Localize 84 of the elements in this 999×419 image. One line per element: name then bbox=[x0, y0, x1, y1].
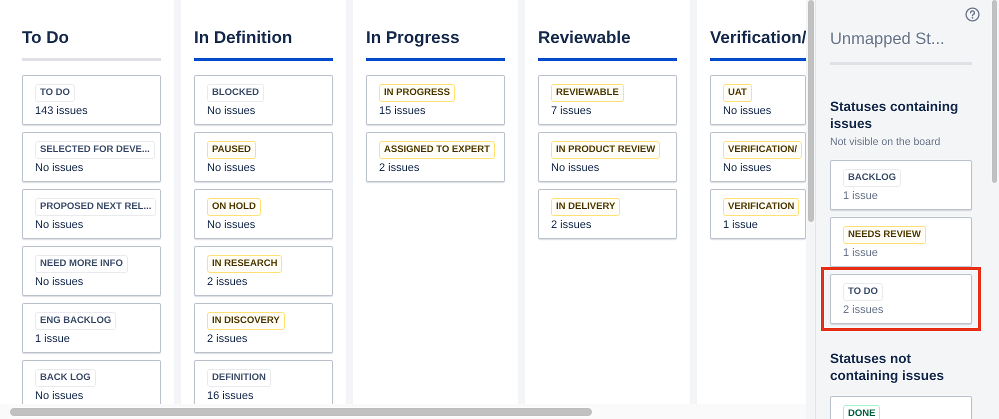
issue-count: 16 issues bbox=[207, 390, 254, 402]
status-card[interactable]: IN DELIVERY 2 issues bbox=[538, 189, 677, 239]
status-card[interactable]: PROPOSED NEXT REL... No issues bbox=[22, 189, 161, 239]
status-lozenge: NEED MORE INFO bbox=[35, 255, 128, 273]
scrollbar-thumb[interactable] bbox=[808, 0, 814, 222]
status-card[interactable]: VERIFICATION 1 issue bbox=[710, 189, 806, 239]
status-lozenge: UAT bbox=[723, 84, 752, 102]
panel-title: Unmapped St... bbox=[830, 30, 945, 49]
section-heading: Statuses not containing issues bbox=[830, 350, 946, 384]
status-lozenge: PROPOSED NEXT REL... bbox=[35, 198, 156, 216]
status-card[interactable]: SELECTED FOR DEVE... No issues bbox=[22, 132, 161, 182]
status-lozenge: IN RESEARCH bbox=[207, 255, 282, 273]
issue-count: 1 issue bbox=[843, 190, 878, 202]
issue-count: 2 issues bbox=[207, 333, 248, 345]
status-card[interactable]: DONE bbox=[830, 396, 972, 419]
status-lozenge: REVIEWABLE bbox=[551, 84, 624, 102]
help-icon[interactable] bbox=[965, 7, 980, 22]
status-card[interactable]: DEFINITION 16 issues bbox=[194, 360, 333, 404]
issue-count: No issues bbox=[723, 105, 772, 117]
status-card[interactable]: PAUSED No issues bbox=[194, 132, 333, 182]
issue-count: 1 issue bbox=[723, 219, 758, 231]
issue-count: 15 issues bbox=[379, 105, 426, 117]
issue-count: 1 issue bbox=[35, 333, 70, 345]
status-card[interactable]: REVIEWABLE 7 issues bbox=[538, 75, 677, 125]
status-card[interactable]: NEEDS REVIEW 1 issue bbox=[830, 217, 972, 267]
issue-count: 2 issues bbox=[843, 304, 884, 316]
status-lozenge: IN DELIVERY bbox=[551, 198, 620, 216]
status-lozenge: IN PRODUCT REVIEW bbox=[551, 141, 660, 159]
column-title: Reviewable bbox=[538, 28, 631, 48]
issue-count: No issues bbox=[207, 162, 256, 174]
issue-count: 1 issue bbox=[843, 247, 878, 259]
status-lozenge: DEFINITION bbox=[207, 369, 271, 387]
status-lozenge: BACKLOG bbox=[843, 169, 902, 187]
status-card[interactable]: BACK LOG No issues bbox=[22, 360, 161, 404]
section-subtitle: Not visible on the board bbox=[830, 136, 942, 148]
status-lozenge: NEEDS REVIEW bbox=[843, 226, 926, 244]
scrollbar-thumb[interactable] bbox=[992, 0, 997, 183]
status-lozenge: TO DO bbox=[843, 283, 883, 301]
horizontal-scrollbar[interactable] bbox=[0, 404, 806, 419]
status-card[interactable]: IN PRODUCT REVIEW No issues bbox=[538, 132, 677, 182]
section-heading: Statuses containing issues bbox=[830, 98, 960, 132]
column-title: In Definition bbox=[194, 28, 292, 48]
status-lozenge: VERIFICATION bbox=[723, 198, 800, 216]
status-card[interactable]: ASSIGNED TO EXPERT 2 issues bbox=[366, 132, 505, 182]
status-lozenge: IN PROGRESS bbox=[379, 84, 455, 102]
status-lozenge: BACK LOG bbox=[35, 369, 96, 387]
column-title: In Progress bbox=[366, 28, 460, 48]
issue-count: No issues bbox=[551, 162, 600, 174]
status-lozenge: TO DO bbox=[35, 84, 75, 102]
status-card[interactable]: TO DO 143 issues bbox=[22, 75, 161, 125]
status-card[interactable]: IN RESEARCH 2 issues bbox=[194, 246, 333, 296]
issue-count: 2 issues bbox=[379, 162, 420, 174]
issue-count: 2 issues bbox=[207, 276, 248, 288]
status-lozenge: DONE bbox=[843, 405, 880, 419]
issue-count: 2 issues bbox=[551, 219, 592, 231]
status-lozenge: ENG BACKLOG bbox=[35, 312, 116, 330]
issue-count: No issues bbox=[207, 219, 256, 231]
status-card[interactable]: BACKLOG 1 issue bbox=[830, 160, 972, 210]
status-card[interactable]: TO DO 2 issues bbox=[830, 274, 972, 324]
status-card[interactable]: ENG BACKLOG 1 issue bbox=[22, 303, 161, 353]
status-lozenge: ASSIGNED TO EXPERT bbox=[379, 141, 495, 159]
issue-count: No issues bbox=[35, 276, 84, 288]
status-lozenge: ON HOLD bbox=[207, 198, 261, 216]
status-card[interactable]: VERIFICATION/ No issues bbox=[710, 132, 806, 182]
status-card[interactable]: NEED MORE INFO No issues bbox=[22, 246, 161, 296]
issue-count: 143 issues bbox=[35, 105, 88, 117]
status-card[interactable]: IN PROGRESS 15 issues bbox=[366, 75, 505, 125]
issue-count: No issues bbox=[35, 162, 84, 174]
issue-count: No issues bbox=[35, 390, 84, 402]
column-title: To Do bbox=[22, 28, 69, 48]
status-lozenge: BLOCKED bbox=[207, 84, 264, 102]
issue-count: No issues bbox=[207, 105, 256, 117]
status-card[interactable]: UAT No issues bbox=[710, 75, 806, 125]
status-lozenge: SELECTED FOR DEVE... bbox=[35, 141, 155, 159]
status-lozenge: VERIFICATION/ bbox=[723, 141, 802, 159]
issue-count: No issues bbox=[35, 219, 84, 231]
status-lozenge: IN DISCOVERY bbox=[207, 312, 285, 330]
status-card[interactable]: BLOCKED No issues bbox=[194, 75, 333, 125]
status-card[interactable]: ON HOLD No issues bbox=[194, 189, 333, 239]
column-title: Verification/ bbox=[710, 28, 806, 48]
status-lozenge: PAUSED bbox=[207, 141, 256, 159]
issue-count: No issues bbox=[723, 162, 772, 174]
status-card[interactable]: IN DISCOVERY 2 issues bbox=[194, 303, 333, 353]
issue-count: 7 issues bbox=[551, 105, 592, 117]
